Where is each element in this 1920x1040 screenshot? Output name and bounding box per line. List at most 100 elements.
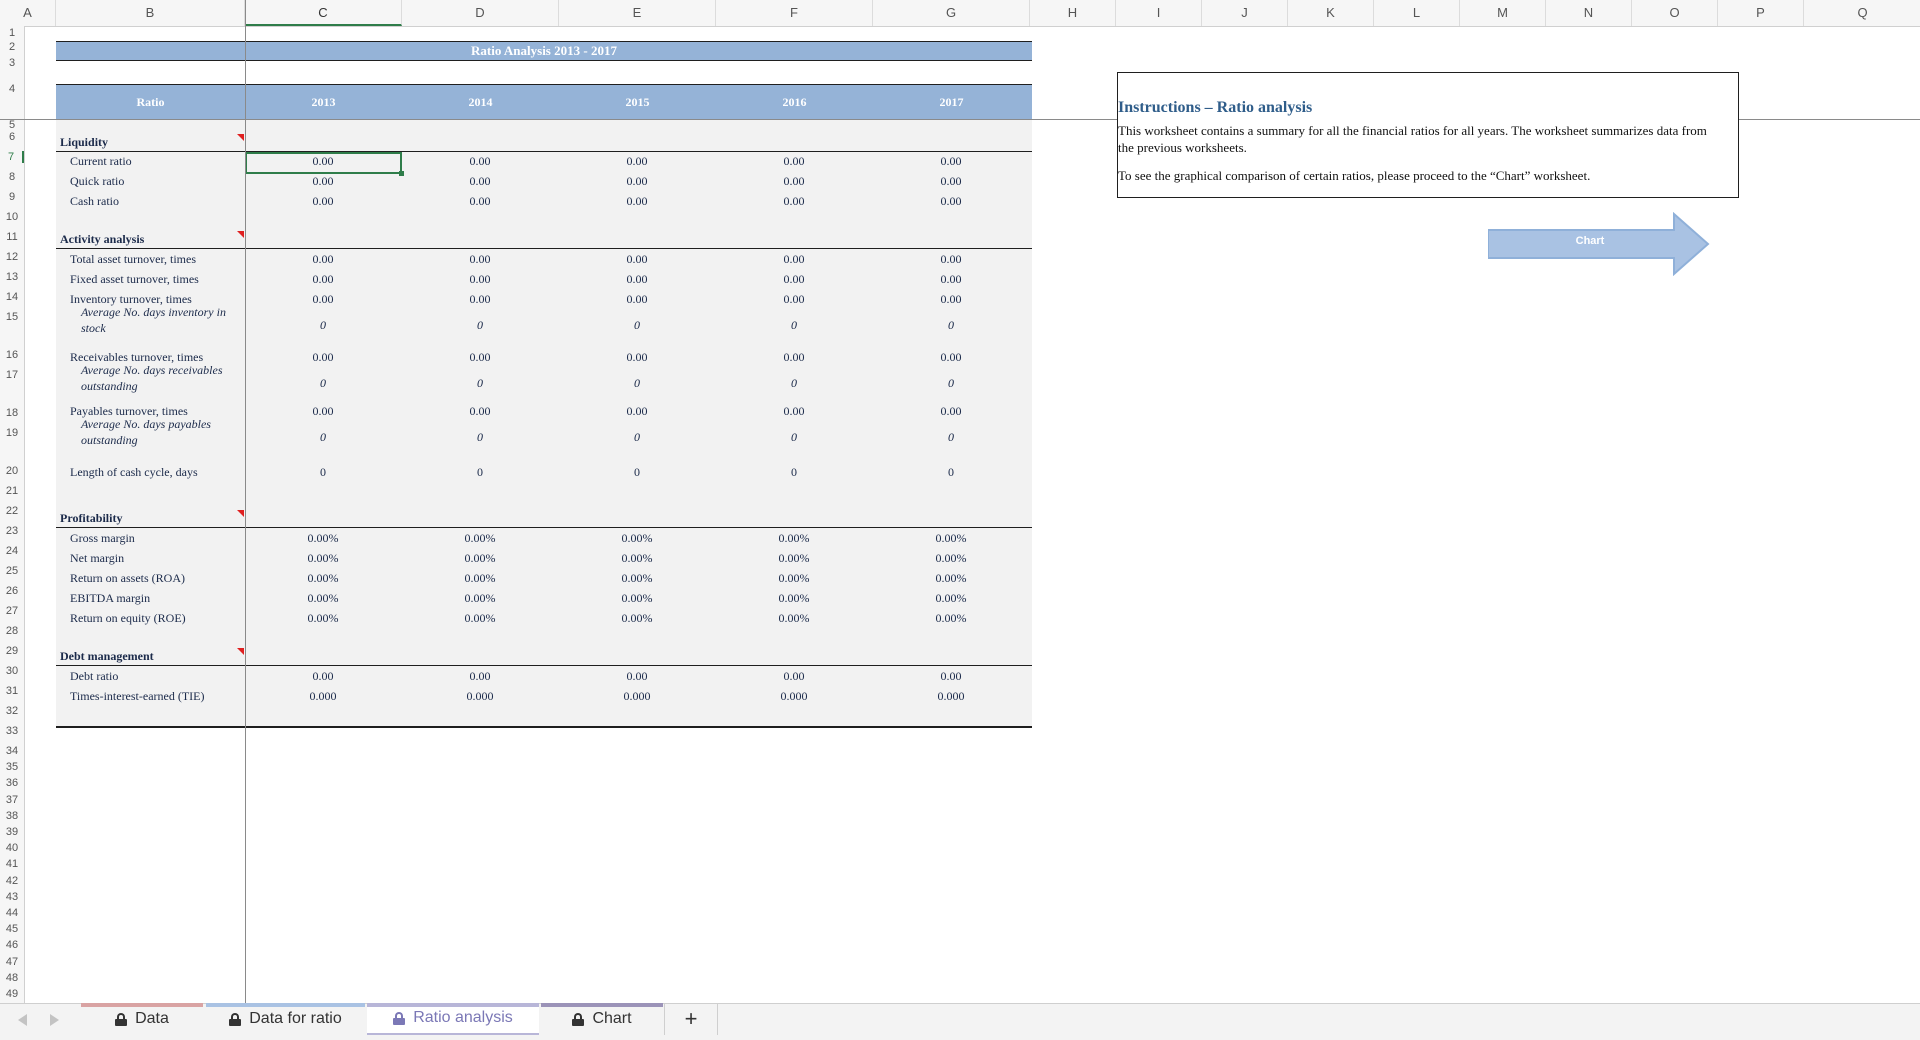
column-header[interactable]: M xyxy=(1460,0,1546,26)
ratio-value[interactable]: 0.00 xyxy=(248,272,398,287)
row-header[interactable]: 49 xyxy=(0,988,24,1000)
ratio-value[interactable]: 0.00 xyxy=(562,350,712,365)
ratio-value[interactable]: 0.000 xyxy=(405,689,555,704)
row-header[interactable]: 16 xyxy=(0,349,24,361)
column-header[interactable]: Q xyxy=(1804,0,1920,26)
ratio-value[interactable]: 0.00% xyxy=(876,551,1026,566)
ratio-value[interactable]: 0.00% xyxy=(719,571,869,586)
ratio-value[interactable]: 0.00 xyxy=(876,350,1026,365)
row-header[interactable]: 26 xyxy=(0,585,24,597)
column-header[interactable]: E xyxy=(559,0,716,26)
ratio-value[interactable]: 0.00% xyxy=(405,551,555,566)
ratio-value[interactable]: 0 xyxy=(405,430,555,445)
column-header[interactable]: D xyxy=(402,0,559,26)
column-header[interactable]: P xyxy=(1718,0,1804,26)
ratio-value[interactable]: 0.00 xyxy=(876,174,1026,189)
column-header[interactable]: J xyxy=(1202,0,1288,26)
ratio-value[interactable]: 0.00 xyxy=(719,154,869,169)
row-header[interactable]: 29 xyxy=(0,645,24,657)
row-header[interactable]: 38 xyxy=(0,810,24,822)
comment-indicator-icon[interactable] xyxy=(237,510,244,517)
column-header[interactable]: F xyxy=(716,0,873,26)
row-header[interactable]: 5 xyxy=(0,119,24,131)
ratio-value[interactable]: 0.00% xyxy=(719,611,869,626)
row-header[interactable]: 37 xyxy=(0,794,24,806)
ratio-value[interactable]: 0 xyxy=(248,376,398,391)
column-header[interactable]: G xyxy=(873,0,1030,26)
ratio-value[interactable]: 0.000 xyxy=(248,689,398,704)
ratio-value[interactable]: 0.00 xyxy=(405,350,555,365)
ratio-value[interactable]: 0.00 xyxy=(248,174,398,189)
row-header[interactable]: 28 xyxy=(0,625,24,637)
row-header[interactable]: 11 xyxy=(0,231,24,243)
column-header[interactable]: N xyxy=(1546,0,1632,26)
tab-scroll-left-icon[interactable] xyxy=(18,1014,27,1026)
ratio-value[interactable]: 0.00 xyxy=(719,669,869,684)
row-header[interactable]: 41 xyxy=(0,858,24,870)
sheet-tab-ratio-analysis[interactable]: Ratio analysis xyxy=(367,1003,539,1035)
row-header[interactable]: 35 xyxy=(0,761,24,773)
ratio-value[interactable]: 0 xyxy=(562,465,712,480)
column-header[interactable]: C xyxy=(245,0,402,26)
row-header[interactable]: 12 xyxy=(0,251,24,263)
ratio-value[interactable]: 0.00 xyxy=(405,292,555,307)
ratio-value[interactable]: 0.00 xyxy=(405,404,555,419)
ratio-value[interactable]: 0.00 xyxy=(876,194,1026,209)
ratio-value[interactable]: 0 xyxy=(876,465,1026,480)
row-header[interactable]: 7 xyxy=(0,151,24,163)
selected-cell[interactable] xyxy=(245,152,404,176)
row-header[interactable]: 19 xyxy=(0,427,24,439)
row-header[interactable]: 4 xyxy=(0,83,24,95)
ratio-value[interactable]: 0.00 xyxy=(405,194,555,209)
ratio-value[interactable]: 0.00% xyxy=(719,591,869,606)
row-header[interactable]: 31 xyxy=(0,685,24,697)
ratio-value[interactable]: 0.00% xyxy=(562,551,712,566)
ratio-value[interactable]: 0.00% xyxy=(719,551,869,566)
ratio-value[interactable]: 0.00 xyxy=(248,350,398,365)
ratio-value[interactable]: 0.00% xyxy=(405,611,555,626)
ratio-value[interactable]: 0.00 xyxy=(719,292,869,307)
ratio-value[interactable]: 0.000 xyxy=(719,689,869,704)
ratio-value[interactable]: 0 xyxy=(876,376,1026,391)
ratio-value[interactable]: 0 xyxy=(562,430,712,445)
ratio-value[interactable]: 0.00% xyxy=(876,591,1026,606)
ratio-value[interactable]: 0.00 xyxy=(876,272,1026,287)
ratio-value[interactable]: 0.00 xyxy=(719,404,869,419)
row-header[interactable]: 34 xyxy=(0,745,24,757)
tab-scroll-right-icon[interactable] xyxy=(50,1014,59,1026)
column-header[interactable]: O xyxy=(1632,0,1718,26)
row-header[interactable]: 3 xyxy=(0,57,24,69)
ratio-value[interactable]: 0.00 xyxy=(719,272,869,287)
row-header[interactable]: 48 xyxy=(0,972,24,984)
ratio-value[interactable]: 0 xyxy=(876,430,1026,445)
ratio-value[interactable]: 0.00% xyxy=(562,611,712,626)
ratio-value[interactable]: 0.00 xyxy=(405,669,555,684)
comment-indicator-icon[interactable] xyxy=(237,231,244,238)
ratio-value[interactable]: 0.00 xyxy=(248,292,398,307)
row-header[interactable]: 40 xyxy=(0,842,24,854)
ratio-value[interactable]: 0.00 xyxy=(876,252,1026,267)
row-header[interactable]: 44 xyxy=(0,907,24,919)
ratio-value[interactable]: 0.00 xyxy=(562,252,712,267)
ratio-value[interactable]: 0.00 xyxy=(248,404,398,419)
ratio-value[interactable]: 0 xyxy=(876,318,1026,333)
ratio-value[interactable]: 0 xyxy=(719,430,869,445)
ratio-value[interactable]: 0.00 xyxy=(562,669,712,684)
ratio-value[interactable]: 0.00 xyxy=(248,669,398,684)
ratio-value[interactable]: 0 xyxy=(719,318,869,333)
comment-indicator-icon[interactable] xyxy=(237,648,244,655)
row-header[interactable]: 14 xyxy=(0,291,24,303)
ratio-value[interactable]: 0.00 xyxy=(876,404,1026,419)
row-header[interactable]: 21 xyxy=(0,485,24,497)
ratio-value[interactable]: 0 xyxy=(405,376,555,391)
column-header[interactable]: I xyxy=(1116,0,1202,26)
row-header[interactable]: 39 xyxy=(0,826,24,838)
ratio-value[interactable]: 0.00% xyxy=(562,531,712,546)
sheet-tab-chart[interactable]: Chart xyxy=(541,1003,663,1035)
ratio-value[interactable]: 0 xyxy=(719,376,869,391)
sheet-tab-data-for-ratio[interactable]: Data for ratio xyxy=(206,1003,365,1035)
ratio-value[interactable]: 0.00% xyxy=(248,571,398,586)
ratio-value[interactable]: 0.00% xyxy=(248,591,398,606)
ratio-value[interactable]: 0.00 xyxy=(876,154,1026,169)
ratio-value[interactable]: 0.00 xyxy=(719,350,869,365)
